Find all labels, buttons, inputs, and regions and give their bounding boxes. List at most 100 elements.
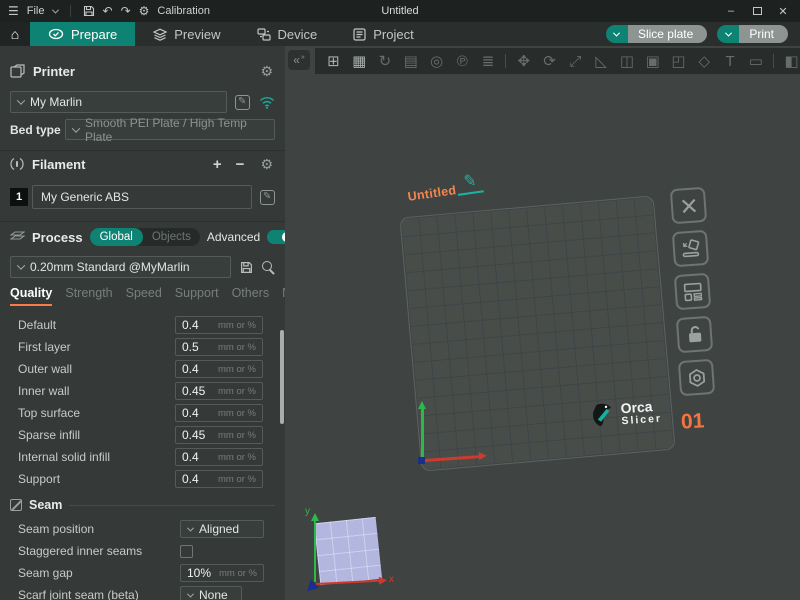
seam-gap-input[interactable]: 10%mm or % (180, 564, 264, 582)
tab-prepare[interactable]: Prepare (30, 22, 135, 46)
filament-settings-gear-icon[interactable]: ⚙ (260, 157, 273, 171)
mesh-boolean-icon[interactable]: ◰ (670, 54, 687, 69)
viewport-3d[interactable]: «» ⊞ ▦ ↻ ▤ ◎ ℗ ≣ ✥ ⟳ ⤢ ◺ ◫ ▣ ◰ ◇ T (285, 46, 800, 600)
staggered-inner-seams-checkbox[interactable] (180, 545, 193, 558)
tab-preview[interactable]: Preview (135, 22, 238, 46)
param-input[interactable]: 0.5mm or % (175, 338, 263, 356)
build-plate[interactable] (399, 195, 675, 471)
param-value: 0.4 (182, 362, 199, 376)
save-preset-icon[interactable] (240, 261, 253, 274)
lock-plate-button[interactable] (676, 316, 713, 353)
redo-icon[interactable]: ↷ (121, 5, 131, 17)
close-button[interactable]: ✕ (772, 2, 794, 20)
import-project-icon[interactable]: ℗ (454, 54, 471, 69)
scale-icon[interactable]: ⤢ (567, 54, 584, 69)
toolbar-separator (773, 54, 774, 68)
process-preset-select[interactable]: 0.20mm Standard @MyMarlin (10, 256, 231, 278)
param-input[interactable]: 0.45mm or % (175, 382, 263, 400)
file-menu-chevron-icon[interactable] (51, 6, 58, 13)
delete-plate-button[interactable] (670, 187, 707, 224)
tab-support[interactable]: Support (175, 286, 219, 306)
sidebar-scrollbar[interactable] (280, 330, 284, 424)
calibration-menu[interactable]: Calibration (157, 5, 210, 17)
split-to-objects-icon[interactable]: ◫ (619, 54, 636, 69)
split-to-parts-icon[interactable]: ▣ (644, 54, 661, 69)
slice-plate-control: Slice plate (606, 25, 707, 43)
seam-position-select[interactable]: Aligned (180, 520, 264, 538)
slice-options-dropdown[interactable] (606, 25, 628, 43)
advanced-label: Advanced (207, 230, 260, 244)
advanced-toggle[interactable] (267, 230, 285, 244)
tab-project[interactable]: Project (335, 22, 431, 46)
move-icon[interactable]: ✥ (515, 54, 532, 69)
add-object-icon[interactable]: ⊞ (325, 54, 342, 69)
tab-others[interactable]: Others (232, 286, 270, 306)
calibration-icon[interactable]: ⚙ (139, 5, 150, 17)
param-label: Inner wall (18, 384, 175, 398)
param-input[interactable]: 0.45mm or % (175, 426, 263, 444)
scarf-joint-seam-select[interactable]: None (180, 586, 242, 600)
printer-preset-select[interactable]: My Marlin (10, 91, 227, 113)
plate-buttons (671, 188, 706, 395)
tab-speed[interactable]: Speed (126, 286, 162, 306)
filament-slot-badge[interactable]: 1 (10, 188, 28, 206)
variable-layer-height-icon[interactable]: ◇ (696, 54, 713, 69)
auto-orient-icon[interactable]: ↻ (377, 54, 394, 69)
search-settings-icon[interactable] (261, 260, 275, 274)
scope-global-segment[interactable]: Global (90, 228, 143, 246)
param-unit: mm or % (218, 320, 256, 331)
arrange-plate-button[interactable] (674, 273, 711, 310)
edit-printer-icon[interactable] (235, 95, 250, 110)
thumbnail-plate[interactable] (314, 517, 382, 585)
chevron-down-icon (187, 524, 194, 531)
plate-number-badge[interactable]: 01 (680, 409, 705, 434)
print-button[interactable]: Print (739, 25, 788, 43)
auto-orient-plate-button[interactable] (672, 230, 709, 267)
save-icon[interactable] (83, 5, 95, 17)
plate-navigator-thumbnail[interactable]: y x (293, 504, 398, 600)
plate-settings-button[interactable] (678, 359, 715, 396)
param-input[interactable]: 0.4mm or % (175, 316, 263, 334)
process-section-title: Process (32, 230, 83, 245)
param-value: 0.45 (182, 428, 205, 442)
add-text-icon[interactable]: T (722, 54, 739, 69)
import-geometry-icon[interactable]: ◎ (428, 54, 445, 69)
edit-filament-icon[interactable] (260, 190, 275, 205)
home-icon: ⌂ (11, 26, 19, 42)
assembly-view-icon[interactable]: ◧ (783, 54, 800, 69)
measure-icon[interactable]: ▭ (747, 54, 764, 69)
hamburger-menu-icon[interactable]: ☰ (8, 5, 19, 17)
rename-plate-icon[interactable]: ✎ (463, 171, 477, 191)
home-button[interactable]: ⌂ (0, 22, 30, 46)
object-list-icon[interactable]: ≣ (480, 54, 497, 69)
param-input[interactable]: 0.4mm or % (175, 404, 263, 422)
maximize-button[interactable] (746, 2, 768, 20)
seam-gap-unit: mm or % (219, 568, 257, 579)
scope-objects-segment[interactable]: Objects (143, 231, 200, 243)
add-filament-button[interactable]: + (210, 157, 225, 172)
param-input[interactable]: 0.4mm or % (175, 360, 263, 378)
param-input[interactable]: 0.4mm or % (175, 470, 263, 488)
rotate-icon[interactable]: ⟳ (541, 54, 558, 69)
minimize-button[interactable]: – (720, 2, 742, 20)
param-input[interactable]: 0.4mm or % (175, 448, 263, 466)
undo-icon[interactable]: ↶ (103, 5, 113, 17)
tab-device[interactable]: Device (239, 22, 336, 46)
bed-type-select[interactable]: Smooth PEI Plate / High Temp Plate (65, 119, 275, 140)
printer-settings-gear-icon[interactable]: ⚙ (260, 64, 273, 78)
plate-name-label[interactable]: Untitled ✎ (406, 174, 479, 204)
add-plate-icon[interactable]: ▦ (351, 54, 368, 69)
bed-type-value: Smooth PEI Plate / High Temp Plate (85, 116, 267, 144)
print-options-dropdown[interactable] (717, 25, 739, 43)
project-icon (353, 28, 366, 41)
wifi-connection-icon[interactable] (259, 96, 275, 109)
tab-strength[interactable]: Strength (65, 286, 112, 306)
lay-on-face-icon[interactable]: ◺ (593, 54, 610, 69)
arrange-icon[interactable]: ▤ (402, 54, 419, 69)
filament-preset-select[interactable]: My Generic ABS (32, 185, 252, 209)
collapse-sidebar-button[interactable]: «» (288, 50, 310, 70)
file-menu[interactable]: File (27, 5, 45, 17)
remove-filament-button[interactable]: − (233, 157, 248, 172)
slice-plate-button[interactable]: Slice plate (628, 25, 707, 43)
tab-quality[interactable]: Quality (10, 286, 52, 306)
